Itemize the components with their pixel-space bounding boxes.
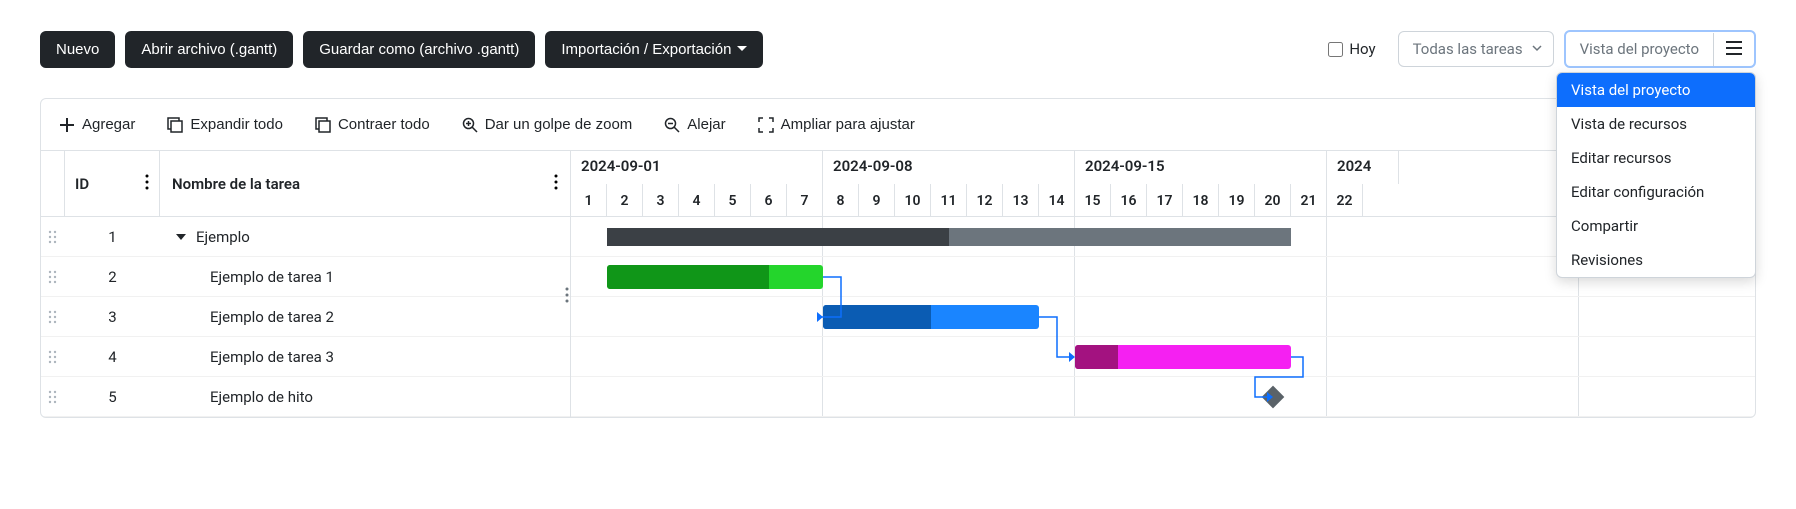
view-menu-item[interactable]: Editar recursos xyxy=(1557,141,1755,175)
zoom-in-icon xyxy=(462,117,478,133)
drag-handle-icon[interactable] xyxy=(41,349,65,365)
group-bar[interactable] xyxy=(607,228,949,246)
table-row[interactable]: 2Ejemplo de tarea 1 xyxy=(41,257,570,297)
task-bar[interactable] xyxy=(607,265,823,289)
zoom-in-button[interactable]: Dar un golpe de zoom xyxy=(458,112,637,137)
zoom-fit-button[interactable]: Ampliar para ajustar xyxy=(754,112,919,137)
day-cell: 5 xyxy=(715,184,751,217)
week-label: 2024-09-08 xyxy=(823,151,1075,184)
week-label: 2024-09-01 xyxy=(571,151,823,184)
day-cell: 18 xyxy=(1183,184,1219,217)
task-bar[interactable] xyxy=(823,305,1039,329)
day-cell: 1 xyxy=(571,184,607,217)
today-checkbox[interactable] xyxy=(1328,42,1343,57)
column-menu-name-icon[interactable] xyxy=(554,174,558,194)
day-cell: 12 xyxy=(967,184,1003,217)
zoom-fit-icon xyxy=(758,117,774,133)
column-header-name[interactable]: Nombre de la tarea xyxy=(160,151,570,216)
day-cell: 21 xyxy=(1291,184,1327,217)
open-file-button[interactable]: Abrir archivo (.gantt) xyxy=(125,31,293,68)
zoom-out-button[interactable]: Alejar xyxy=(660,112,729,137)
table-row[interactable]: 4Ejemplo de tarea 3 xyxy=(41,337,570,377)
view-menu-item[interactable]: Compartir xyxy=(1557,209,1755,243)
day-cell: 7 xyxy=(787,184,823,217)
view-menu-item[interactable]: Editar configuración xyxy=(1557,175,1755,209)
drag-handle-icon[interactable] xyxy=(41,389,65,405)
task-name[interactable]: Ejemplo xyxy=(160,228,570,246)
task-id: 5 xyxy=(65,388,160,406)
tasks-filter-select[interactable]: Todas las tareas xyxy=(1398,31,1554,67)
save-as-button[interactable]: Guardar como (archivo .gantt) xyxy=(303,31,535,68)
view-select[interactable]: Vista del proyecto xyxy=(1564,30,1756,68)
new-button[interactable]: Nuevo xyxy=(40,31,115,68)
action-toolbar: Agregar Expandir todo Contraer todo Dar … xyxy=(41,99,1755,151)
view-menu-item[interactable]: Revisiones xyxy=(1557,243,1755,277)
expand-icon xyxy=(167,117,183,133)
week-label: 2024-09-15 xyxy=(1075,151,1327,184)
today-checkbox-wrap[interactable]: Hoy xyxy=(1328,40,1375,58)
view-menu-item[interactable]: Vista de recursos xyxy=(1557,107,1755,141)
task-name[interactable]: Ejemplo de hito xyxy=(160,388,570,406)
week-label: 2024 xyxy=(1327,151,1399,184)
timeline-row xyxy=(571,377,1755,417)
group-bar[interactable] xyxy=(949,228,1291,246)
task-id: 1 xyxy=(65,228,160,246)
day-cell: 14 xyxy=(1039,184,1075,217)
day-cell: 16 xyxy=(1111,184,1147,217)
timeline-row xyxy=(571,297,1755,337)
table-row[interactable]: 3Ejemplo de tarea 2 xyxy=(41,297,570,337)
expand-all-button[interactable]: Expandir todo xyxy=(163,112,287,137)
view-dropdown-menu: Vista del proyectoVista de recursosEdita… xyxy=(1556,72,1756,278)
day-cell: 8 xyxy=(823,184,859,217)
column-menu-id-icon[interactable] xyxy=(145,174,149,194)
view-menu-item[interactable]: Vista del proyecto xyxy=(1557,73,1755,107)
day-cell: 10 xyxy=(895,184,931,217)
task-name[interactable]: Ejemplo de tarea 2 xyxy=(160,308,570,326)
zoom-out-icon xyxy=(664,117,680,133)
task-id: 4 xyxy=(65,348,160,366)
column-header-id[interactable]: ID xyxy=(65,151,160,216)
panel-resize-handle[interactable] xyxy=(565,287,569,307)
collapse-all-button[interactable]: Contraer todo xyxy=(311,112,434,137)
timeline-row xyxy=(571,337,1755,377)
day-cell: 6 xyxy=(751,184,787,217)
today-label: Hoy xyxy=(1349,40,1375,58)
day-cell: 17 xyxy=(1147,184,1183,217)
plus-icon xyxy=(59,117,75,133)
hamburger-icon xyxy=(1726,41,1742,55)
day-cell: 19 xyxy=(1219,184,1255,217)
drag-handle-icon[interactable] xyxy=(41,269,65,285)
day-cell: 11 xyxy=(931,184,967,217)
day-cell: 20 xyxy=(1255,184,1291,217)
add-button[interactable]: Agregar xyxy=(55,112,139,137)
gantt-card: Agregar Expandir todo Contraer todo Dar … xyxy=(40,98,1756,418)
drag-handle-icon[interactable] xyxy=(41,229,65,245)
collapse-toggle-icon[interactable] xyxy=(176,234,186,240)
collapse-icon xyxy=(315,117,331,133)
milestone-diamond[interactable] xyxy=(1262,386,1285,409)
import-export-button[interactable]: Importación / Exportación xyxy=(545,31,763,68)
top-toolbar: Nuevo Abrir archivo (.gantt) Guardar com… xyxy=(0,0,1796,78)
task-bar[interactable] xyxy=(1075,345,1291,369)
table-row[interactable]: 1Ejemplo xyxy=(41,217,570,257)
task-name[interactable]: Ejemplo de tarea 3 xyxy=(160,348,570,366)
day-cell: 3 xyxy=(643,184,679,217)
task-id: 2 xyxy=(65,268,160,286)
table-row[interactable]: 5Ejemplo de hito xyxy=(41,377,570,417)
day-cell: 13 xyxy=(1003,184,1039,217)
task-id: 3 xyxy=(65,308,160,326)
day-cell: 22 xyxy=(1327,184,1363,217)
day-cell: 15 xyxy=(1075,184,1111,217)
hamburger-button[interactable] xyxy=(1713,33,1754,66)
day-cell: 9 xyxy=(859,184,895,217)
drag-handle-icon[interactable] xyxy=(41,309,65,325)
day-cell: 2 xyxy=(607,184,643,217)
day-cell: 4 xyxy=(679,184,715,217)
chevron-down-icon xyxy=(1531,40,1543,58)
task-table: ID Nombre de la tarea 1Ejemplo2Ejemplo d… xyxy=(41,151,571,417)
task-name[interactable]: Ejemplo de tarea 1 xyxy=(160,268,570,286)
